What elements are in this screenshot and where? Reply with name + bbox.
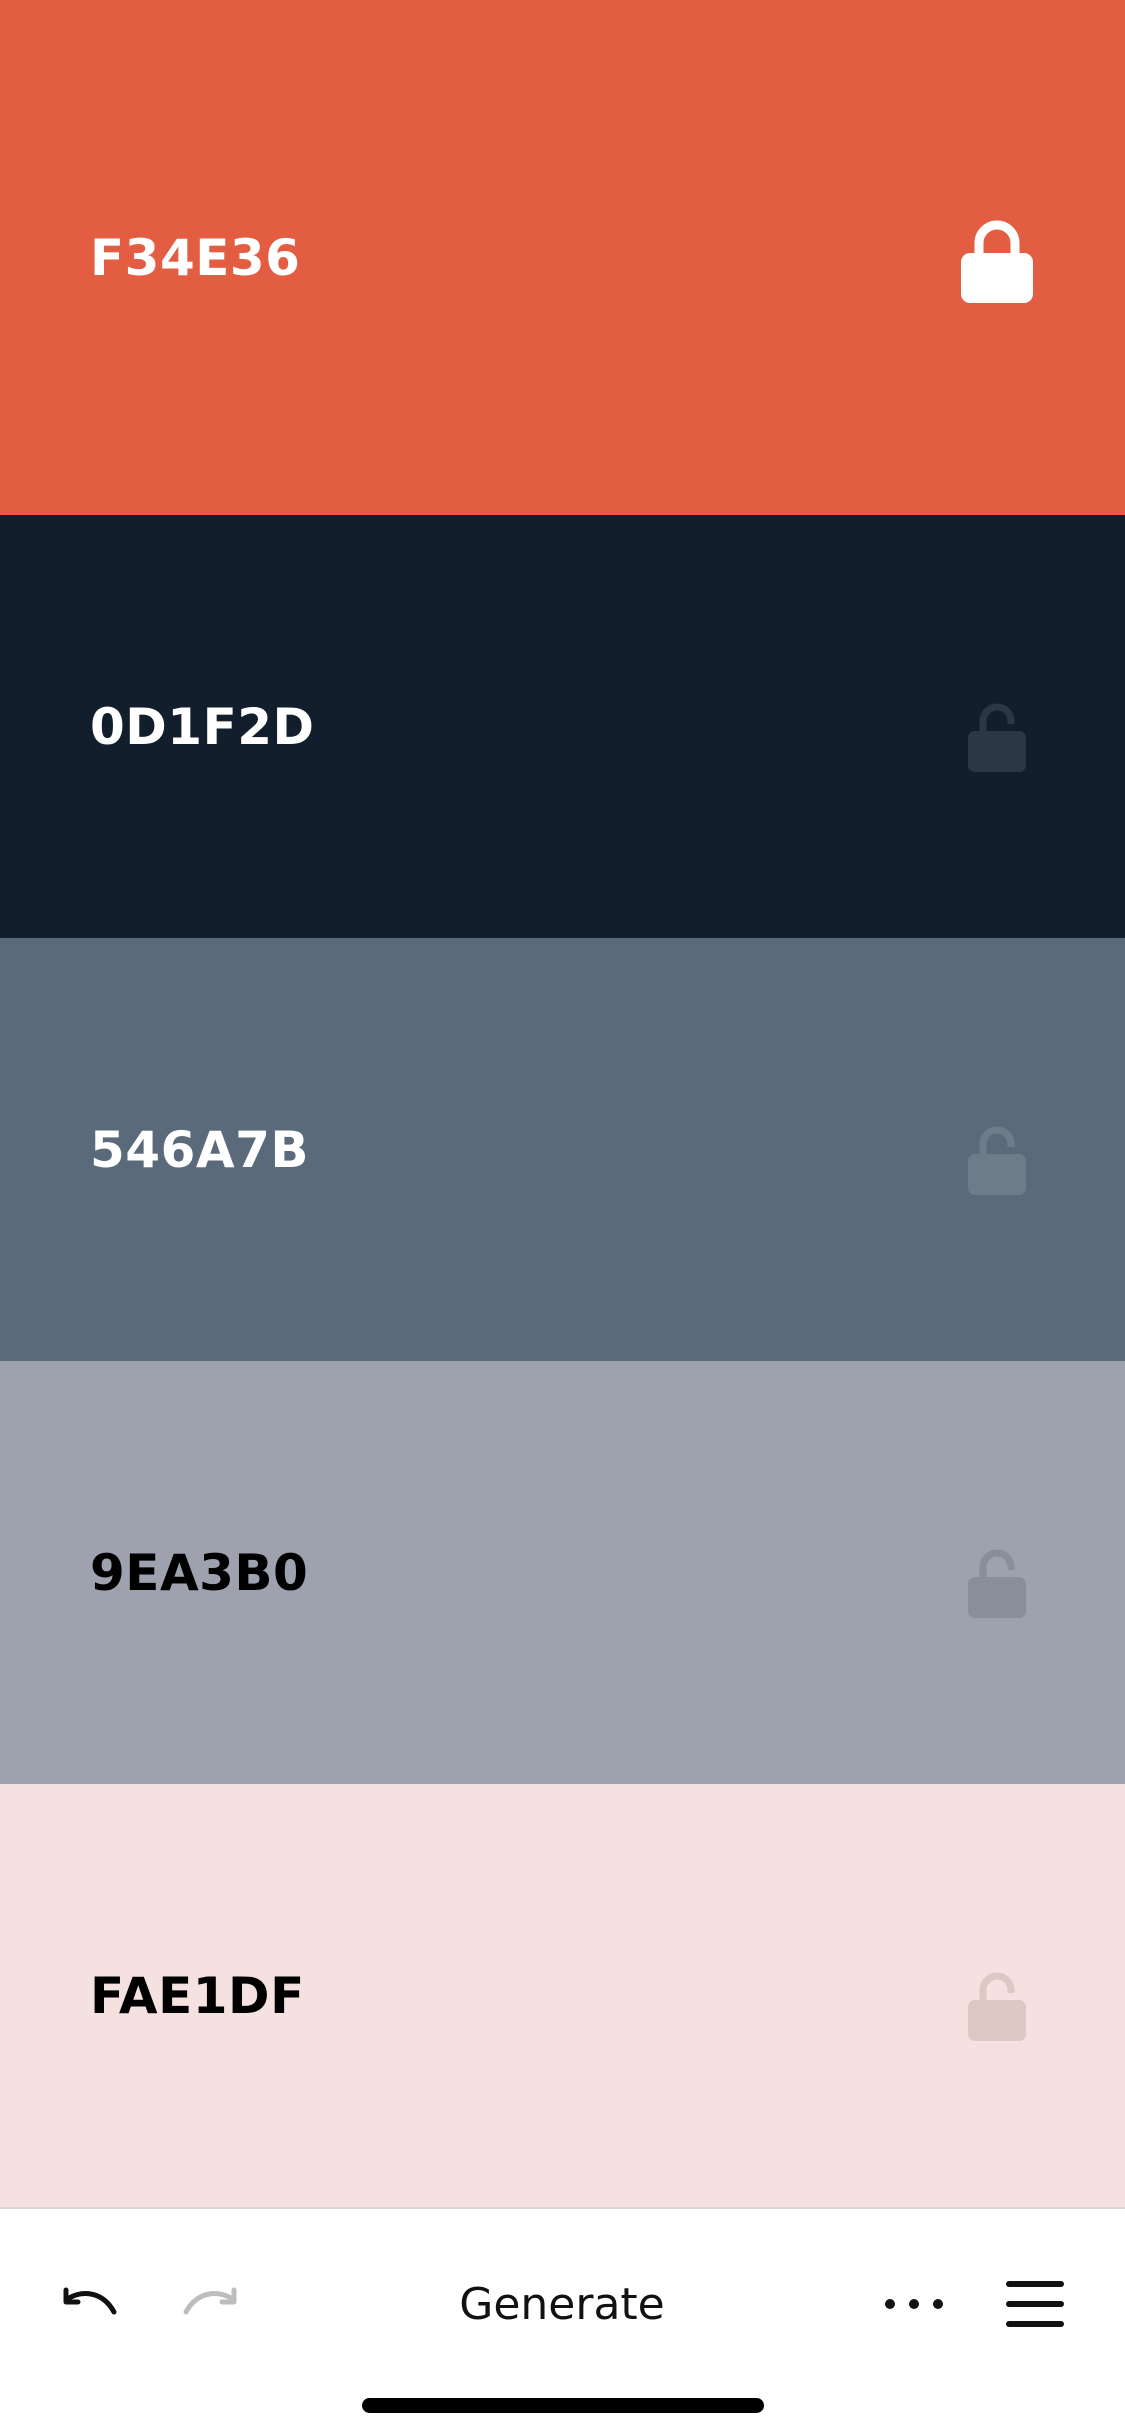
generate-button[interactable]: Generate <box>412 2269 712 2339</box>
hex-code[interactable]: F34E36 <box>90 229 300 287</box>
swatch-1[interactable]: F34E36 <box>0 0 1125 515</box>
hex-code[interactable]: 546A7B <box>90 1121 309 1179</box>
hamburger-menu-icon <box>1006 2281 1064 2327</box>
menu-button[interactable] <box>998 2269 1072 2339</box>
redo-icon <box>183 2287 237 2315</box>
lock-closed-icon[interactable] <box>959 213 1035 303</box>
lock-open-icon[interactable] <box>959 682 1035 772</box>
more-horizontal-icon <box>885 2299 943 2309</box>
swatch-4[interactable]: 9EA3B0 <box>0 1361 1125 1784</box>
lock-open-icon[interactable] <box>959 1951 1035 2041</box>
swatch-5[interactable]: FAE1DF <box>0 1784 1125 2208</box>
undo-button[interactable] <box>52 2269 128 2339</box>
lock-open-icon[interactable] <box>959 1528 1035 1618</box>
swatch-3[interactable]: 546A7B <box>0 938 1125 1361</box>
undo-icon <box>63 2287 117 2315</box>
generate-label: Generate <box>459 2278 665 2330</box>
lock-open-icon[interactable] <box>959 1105 1035 1195</box>
palette: F34E36 0D1F2D 546A7B 9EA3B0 FAE1DF <box>0 0 1125 2208</box>
hex-code[interactable]: 9EA3B0 <box>90 1544 308 1602</box>
swatch-2[interactable]: 0D1F2D <box>0 515 1125 938</box>
home-indicator[interactable] <box>362 2398 764 2413</box>
more-button[interactable] <box>874 2269 954 2339</box>
hex-code[interactable]: FAE1DF <box>90 1967 305 2025</box>
redo-button[interactable] <box>172 2269 248 2339</box>
hex-code[interactable]: 0D1F2D <box>90 698 315 756</box>
